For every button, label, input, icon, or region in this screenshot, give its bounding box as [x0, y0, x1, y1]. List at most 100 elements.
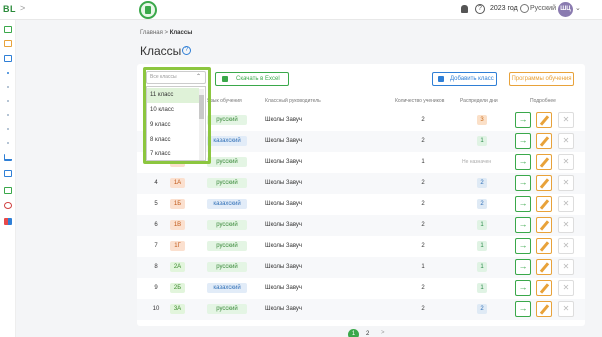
year-selector[interactable]: 2023 год — [490, 5, 518, 12]
row-number: 5 — [154, 201, 158, 207]
excel-download-button[interactable]: Скачать в Excel — [215, 72, 289, 86]
language-badge: казахский — [207, 283, 247, 293]
open-class-button[interactable]: → — [515, 133, 531, 149]
edit-button[interactable] — [536, 154, 552, 170]
teacher-name: Школы Завуч — [265, 306, 303, 312]
table-row: 6 1В русский Школы Завуч 2 1 → ✕ — [137, 215, 585, 236]
apps-icon[interactable] — [4, 218, 12, 225]
delete-button[interactable]: ✕ — [558, 280, 574, 296]
pencil-icon — [539, 241, 550, 252]
school-icon[interactable] — [4, 55, 12, 62]
open-class-button[interactable]: → — [515, 217, 531, 233]
nav-dot[interactable] — [7, 72, 9, 74]
open-class-button[interactable]: → — [515, 280, 531, 296]
delete-button[interactable]: ✕ — [558, 196, 574, 212]
teacher-name: Школы Завуч — [265, 243, 303, 249]
language-selector[interactable]: Русский — [530, 5, 556, 12]
table-row: 4 1А русский Школы Завуч 2 2 → ✕ — [137, 173, 585, 194]
delete-button[interactable]: ✕ — [558, 259, 574, 275]
open-class-button[interactable]: → — [515, 175, 531, 191]
col-header-distribution: Распредели дни — [460, 98, 498, 104]
open-class-button[interactable]: → — [515, 301, 531, 317]
student-count: 1 — [421, 159, 425, 165]
open-class-button[interactable]: → — [515, 196, 531, 212]
student-count: 2 — [421, 138, 425, 144]
edit-button[interactable] — [536, 259, 552, 275]
open-class-button[interactable]: → — [515, 259, 531, 275]
folders-icon[interactable] — [4, 40, 12, 47]
page-title: Классы — [140, 44, 182, 58]
add-icon — [438, 76, 444, 82]
language-badge: русский — [207, 304, 247, 314]
nav-dot[interactable] — [7, 100, 9, 102]
avatar[interactable]: ШЦ — [558, 2, 573, 17]
col-header-details: Подробнее — [530, 98, 556, 104]
edit-button[interactable] — [536, 175, 552, 191]
next-page-icon[interactable]: > — [381, 330, 385, 336]
help-icon[interactable]: ? — [182, 46, 191, 55]
delete-button[interactable]: ✕ — [558, 238, 574, 254]
class-badge: 3А — [170, 304, 185, 314]
chevron-down-icon[interactable]: ⌄ — [575, 4, 581, 12]
distribution-badge: 2 — [477, 304, 487, 314]
open-class-button[interactable]: → — [515, 154, 531, 170]
programs-button[interactable]: Программы обучения — [509, 72, 574, 86]
language-badge: русский — [207, 262, 247, 272]
edit-button[interactable] — [536, 112, 552, 128]
breadcrumb-current: Классы — [169, 30, 193, 36]
breadcrumb-home[interactable]: Главная — [140, 30, 163, 36]
delete-button[interactable]: ✕ — [558, 301, 574, 317]
row-number: 10 — [152, 306, 160, 312]
pencil-icon — [539, 136, 550, 147]
nav-dot[interactable] — [7, 114, 9, 116]
teacher-name: Школы Завуч — [265, 285, 303, 291]
student-count: 2 — [421, 201, 425, 207]
delete-button[interactable]: ✕ — [558, 133, 574, 149]
edit-button[interactable] — [536, 280, 552, 296]
school-logo-icon[interactable] — [139, 1, 157, 19]
delete-button[interactable]: ✕ — [558, 175, 574, 191]
open-class-button[interactable]: → — [515, 112, 531, 128]
language-badge: русский — [207, 220, 247, 230]
brand-logo[interactable]: BL — [3, 4, 16, 14]
add-class-button[interactable]: Добавить класс — [432, 72, 497, 86]
edit-button[interactable] — [536, 238, 552, 254]
edit-button[interactable] — [536, 217, 552, 233]
table-icon[interactable] — [4, 170, 12, 177]
page-1-button[interactable]: 1 — [348, 329, 359, 337]
delete-button[interactable]: ✕ — [558, 154, 574, 170]
globe-icon[interactable] — [520, 4, 529, 13]
help-icon[interactable]: ? — [475, 4, 485, 14]
class-badge: 2Б — [170, 283, 185, 293]
language-badge: русский — [207, 115, 247, 125]
distribution-badge: 1 — [477, 220, 487, 230]
nav-dot[interactable] — [7, 128, 9, 130]
pencil-icon — [539, 178, 550, 189]
delete-button[interactable]: ✕ — [558, 217, 574, 233]
bell-icon[interactable] — [461, 5, 468, 13]
chart-icon[interactable] — [4, 154, 12, 161]
collapse-arrow-icon[interactable]: > — [20, 3, 25, 13]
nav-dot[interactable] — [7, 142, 9, 144]
page-2-button[interactable]: 2 — [366, 331, 369, 337]
monitor-icon[interactable] — [4, 26, 12, 33]
question-icon[interactable] — [4, 202, 12, 209]
sidebar — [0, 20, 16, 337]
teacher-name: Школы Завуч — [265, 264, 303, 270]
language-badge: казахский — [207, 199, 247, 209]
delete-button[interactable]: ✕ — [558, 112, 574, 128]
nav-dot[interactable] — [7, 86, 9, 88]
edit-button[interactable] — [536, 133, 552, 149]
highlight-frame — [143, 67, 211, 164]
edit-button[interactable] — [536, 301, 552, 317]
card-icon[interactable] — [4, 187, 12, 194]
distribution-status: Не назначен — [462, 159, 492, 165]
language-badge: казахский — [207, 136, 247, 146]
add-class-label: Добавить класс — [450, 76, 494, 82]
open-class-button[interactable]: → — [515, 238, 531, 254]
breadcrumb: Главная > Классы — [140, 30, 192, 36]
excel-icon — [222, 76, 228, 82]
row-number: 6 — [154, 222, 158, 228]
student-count: 2 — [421, 306, 425, 312]
edit-button[interactable] — [536, 196, 552, 212]
